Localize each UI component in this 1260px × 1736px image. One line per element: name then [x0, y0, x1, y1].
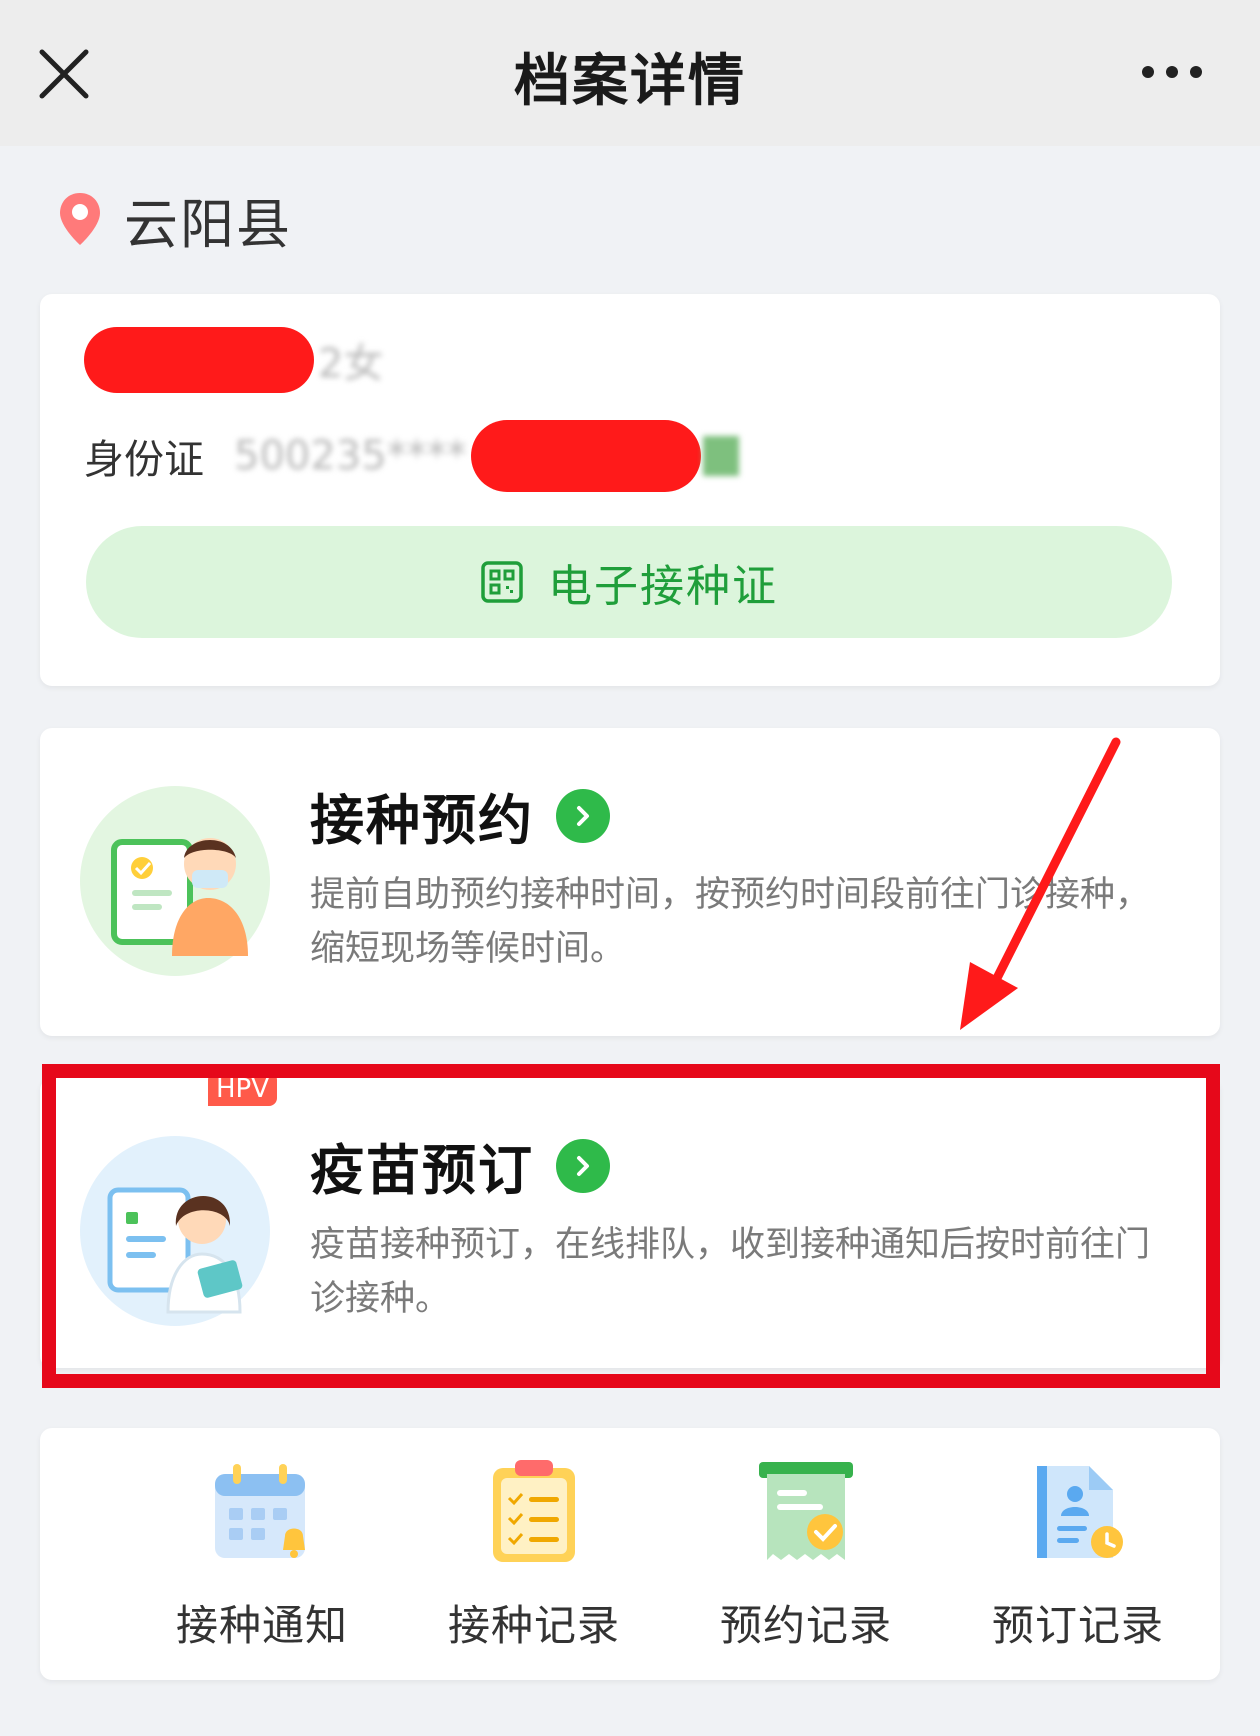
profile-id-row: 身份证 500235****	[84, 416, 739, 496]
nurse-tablet-illustration-icon	[80, 786, 270, 976]
nav-bar: 档案详情	[0, 0, 1260, 146]
profile-card: 2女 身份证 500235**** 电子接种证	[40, 294, 1220, 686]
blurred-badge-icon	[702, 436, 739, 476]
quick-link-label: 接种记录	[447, 1601, 620, 1650]
quick-link-vaccination-record[interactable]: 接种记录	[414, 1448, 654, 1668]
clipboard-checklist-icon	[493, 1460, 575, 1562]
vaccination-appointment-title: 接种预约	[310, 789, 534, 852]
receipt-check-icon	[759, 1462, 853, 1560]
calendar-bell-icon	[215, 1464, 305, 1558]
qr-code-icon	[481, 561, 523, 603]
id-label: 身份证	[84, 437, 204, 483]
vaccination-appointment-desc: 提前自助预约接种时间，按预约时间段前往门诊接种，缩短现场等候时间。	[310, 875, 1151, 969]
quick-link-appointment-record[interactable]: 预约记录	[686, 1448, 926, 1668]
e-vaccination-card-button[interactable]: 电子接种证	[86, 526, 1172, 638]
redaction-mark	[470, 420, 701, 492]
vaccination-appointment-title-row: 接种预约	[310, 776, 610, 855]
profile-name-suffix: 2女	[318, 341, 384, 387]
location-row[interactable]: 云阳县	[58, 184, 292, 256]
quick-links-panel: 接种通知 接种记录 预约记录 预订记录	[40, 1428, 1220, 1680]
document-person-clock-icon	[1037, 1466, 1123, 1558]
vaccination-appointment-card[interactable]: 接种预约 提前自助预约接种时间，按预约时间段前往门诊接种，缩短现场等候时间。	[40, 728, 1220, 1036]
id-number: 500235****	[234, 433, 467, 479]
profile-name-row: 2女	[84, 320, 383, 400]
quick-link-label: 预订记录	[991, 1601, 1164, 1650]
hpv-badge: HPV	[208, 1072, 278, 1106]
vaccine-reservation-title: 疫苗预订	[310, 1139, 534, 1202]
location-name: 云阳县	[124, 192, 292, 256]
vaccine-reservation-card[interactable]: HPV 疫苗预订 疫苗接种预订，在线排队，收到接种通知后按时前往门诊接种。	[40, 1072, 1220, 1368]
vaccine-reservation-title-row: 疫苗预订	[310, 1126, 610, 1205]
location-pin-icon	[60, 193, 100, 245]
quick-link-label: 接种通知	[175, 1601, 348, 1650]
quick-link-reservation-record[interactable]: 预订记录	[958, 1448, 1198, 1668]
e-vaccination-card-label: 电子接种证	[548, 561, 778, 612]
vaccine-reservation-desc: 疫苗接种预订，在线排队，收到接种通知后按时前往门诊接种。	[310, 1225, 1151, 1319]
page-title: 档案详情	[514, 49, 746, 114]
chevron-right-icon[interactable]	[556, 1138, 610, 1193]
quick-link-label: 预约记录	[719, 1601, 892, 1650]
quick-link-vaccination-notice[interactable]: 接种通知	[142, 1448, 382, 1668]
doctor-clipboard-illustration-icon	[80, 1136, 270, 1326]
chevron-right-icon[interactable]	[556, 788, 610, 843]
more-icon[interactable]	[1140, 60, 1204, 84]
redaction-mark	[84, 327, 314, 393]
